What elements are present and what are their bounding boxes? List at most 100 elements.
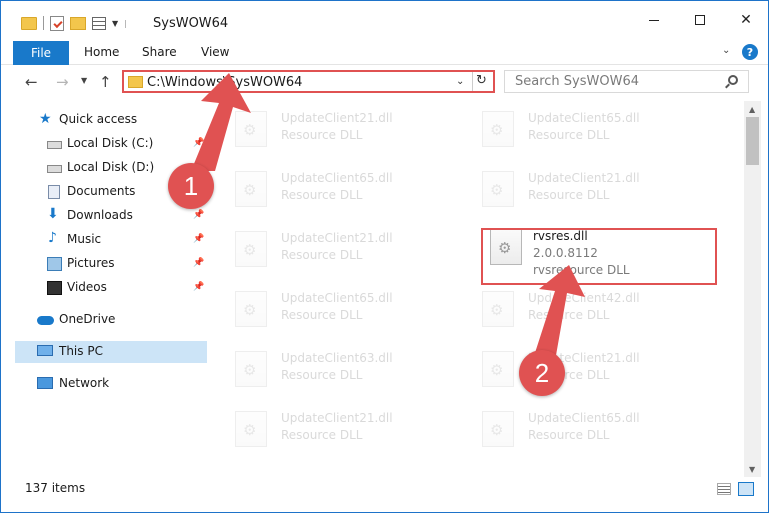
quick-access-toolbar: ▼ |	[21, 14, 127, 32]
maximize-button[interactable]	[677, 1, 723, 39]
pin-icon[interactable]: 📌	[193, 282, 204, 292]
network-icon	[37, 377, 53, 389]
dll-file-icon	[235, 351, 267, 387]
file-list: UpdateClient21.dll Resource DLL UpdateCl…	[211, 101, 744, 477]
tab-view[interactable]: View	[201, 45, 229, 59]
dll-file-icon	[235, 291, 267, 327]
tab-home[interactable]: Home	[84, 45, 119, 59]
toolbar-separator	[43, 16, 44, 30]
vertical-scrollbar[interactable]: ▲ ▼	[744, 101, 761, 477]
search-icon[interactable]	[728, 75, 738, 85]
arrow-shape	[533, 265, 585, 361]
sidebar-item-label: Network	[59, 376, 110, 390]
list-item[interactable]: UpdateClient21.dll Resource DLL	[211, 225, 441, 277]
sidebar-item-this-pc[interactable]: This PC	[15, 341, 207, 363]
list-item[interactable]: UpdateClient65.dll Resource DLL	[211, 285, 441, 337]
search-placeholder: Search SysWOW64	[515, 74, 639, 89]
sidebar-item-label: OneDrive	[59, 312, 116, 326]
file-name: UpdateClient63.dll	[281, 351, 393, 365]
up-arrow-icon[interactable]: ↑	[99, 73, 112, 91]
step-badge-1: 1	[168, 163, 214, 209]
toolbar-separator: |	[124, 18, 127, 28]
file-description: Resource DLL	[281, 248, 363, 262]
this-pc-icon	[37, 345, 53, 356]
properties-icon[interactable]	[50, 15, 64, 31]
search-input[interactable]: Search SysWOW64	[504, 70, 749, 93]
pin-icon[interactable]: 📌	[193, 258, 204, 268]
view-options-icon[interactable]	[92, 16, 106, 30]
folder-icon[interactable]	[21, 16, 37, 30]
sidebar-item-label: Videos	[67, 280, 107, 294]
list-item[interactable]: UpdateClient65.dll Resource DLL	[458, 105, 688, 157]
file-name: UpdateClient65.dll	[528, 111, 640, 125]
file-name: UpdateClient65.dll	[528, 411, 640, 425]
file-name: UpdateClient21.dll	[281, 411, 393, 425]
status-bar: 137 items	[1, 477, 768, 499]
item-count: 137 items	[25, 481, 86, 495]
sidebar-item-label: Documents	[67, 184, 136, 198]
sidebar-item-downloads[interactable]: ⬇ Downloads 📌	[15, 205, 207, 227]
tab-share[interactable]: Share	[142, 45, 177, 59]
chevron-down-icon[interactable]: ⌄	[722, 45, 730, 56]
close-button[interactable]: ✕	[723, 1, 768, 39]
forward-arrow-icon[interactable]: →	[56, 73, 69, 91]
downloads-icon: ⬇	[47, 206, 59, 222]
file-description: Resource DLL	[281, 188, 363, 202]
dll-file-icon	[482, 111, 514, 147]
tiles-view-icon[interactable]	[738, 482, 754, 496]
sidebar-item-label: Downloads	[67, 208, 133, 222]
back-arrow-icon[interactable]: ←	[25, 73, 38, 91]
sidebar-item-label: Quick access	[59, 112, 138, 126]
videos-icon	[47, 281, 62, 295]
list-item[interactable]: UpdateClient21.dll Resource DLL	[458, 165, 688, 217]
sidebar-item-label: Local Disk (C:)	[67, 136, 154, 150]
sidebar-item-videos[interactable]: Videos 📌	[15, 277, 207, 299]
file-description: Resource DLL	[281, 428, 363, 442]
tab-file[interactable]: File	[13, 41, 69, 65]
disk-icon	[47, 141, 62, 149]
pin-icon[interactable]: 📌	[193, 234, 204, 244]
minimize-button[interactable]	[631, 1, 677, 39]
sidebar-item-onedrive[interactable]: OneDrive	[15, 309, 207, 331]
window-title: SysWOW64	[153, 16, 229, 31]
scroll-up-icon[interactable]: ▲	[749, 105, 755, 114]
file-name: UpdateClient65.dll	[281, 171, 393, 185]
dll-file-icon	[482, 411, 514, 447]
help-icon[interactable]: ?	[742, 44, 758, 60]
sidebar-item-label: Local Disk (D:)	[67, 160, 155, 174]
list-item[interactable]: UpdateClient21.dll Resource DLL	[211, 405, 441, 457]
dll-file-icon	[482, 351, 514, 387]
details-view-icon[interactable]	[717, 483, 731, 495]
dll-file-icon	[482, 291, 514, 327]
file-name: UpdateClient65.dll	[281, 291, 393, 305]
chevron-down-icon[interactable]: ▼	[112, 19, 118, 28]
list-item[interactable]: UpdateClient65.dll Resource DLL	[458, 405, 688, 457]
onedrive-icon	[37, 316, 54, 325]
file-description: Resource DLL	[528, 428, 610, 442]
sidebar-item-music[interactable]: ♪ Music 📌	[15, 229, 207, 251]
file-description: Resource DLL	[281, 308, 363, 322]
explorer-window: ▼ | SysWOW64 ✕ File Home Share View ⌄ ? …	[0, 0, 769, 513]
pictures-icon	[47, 257, 62, 271]
sidebar-item-network[interactable]: Network	[15, 373, 207, 395]
music-icon: ♪	[48, 230, 57, 246]
disk-icon	[47, 165, 62, 173]
sidebar-item-label: Music	[67, 232, 102, 246]
divider	[472, 72, 473, 91]
close-icon: ✕	[740, 12, 752, 28]
list-item[interactable]: UpdateClient63.dll Resource DLL	[211, 345, 441, 397]
refresh-icon[interactable]: ↻	[476, 73, 487, 88]
chevron-down-icon[interactable]: ▼	[81, 76, 87, 85]
scrollbar-thumb[interactable]	[746, 117, 759, 165]
dll-file-icon	[482, 171, 514, 207]
file-description: Resource DLL	[528, 188, 610, 202]
file-name: UpdateClient21.dll	[281, 111, 393, 125]
file-description: Resource DLL	[281, 128, 363, 142]
pin-icon[interactable]: 📌	[193, 210, 204, 220]
folder-icon	[128, 76, 143, 88]
new-folder-icon[interactable]	[70, 16, 86, 30]
documents-icon	[48, 185, 60, 199]
scroll-down-icon[interactable]: ▼	[749, 465, 755, 474]
chevron-down-icon[interactable]: ⌄	[456, 76, 464, 87]
sidebar-item-pictures[interactable]: Pictures 📌	[15, 253, 207, 275]
